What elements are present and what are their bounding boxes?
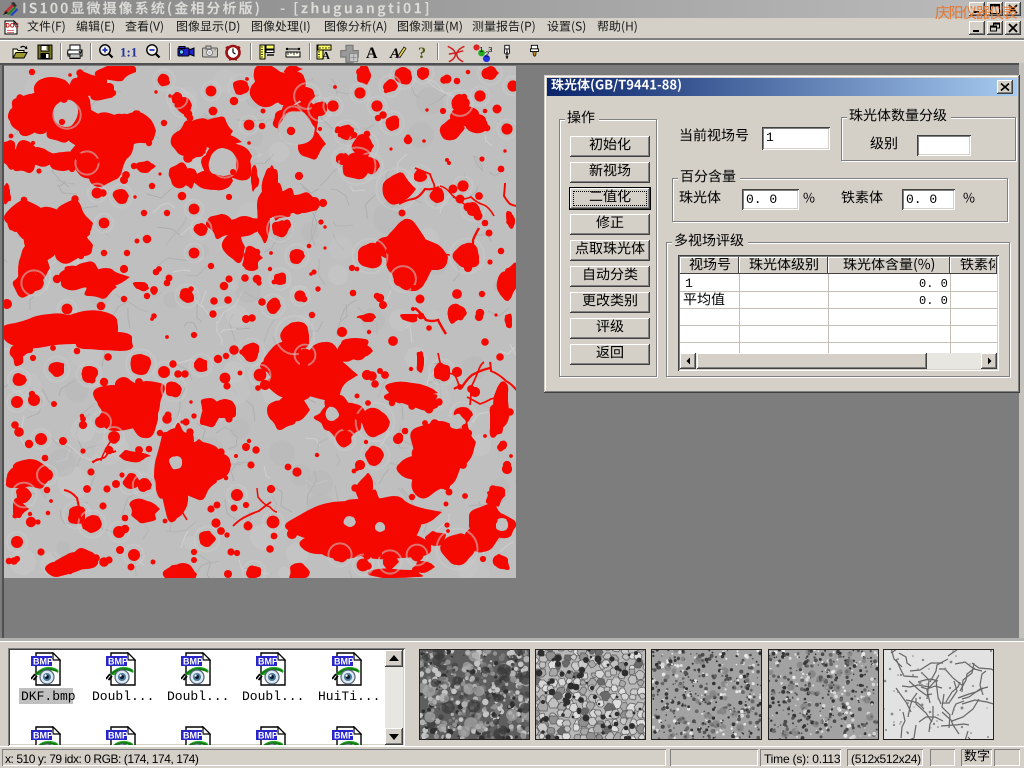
svg-text:BMP: BMP bbox=[183, 657, 203, 667]
svg-text:A: A bbox=[366, 45, 378, 61]
svg-text:BMP: BMP bbox=[183, 731, 203, 741]
svg-text:BMP: BMP bbox=[108, 731, 128, 741]
svg-text:BMP: BMP bbox=[108, 657, 128, 667]
svg-text:BMP: BMP bbox=[334, 657, 354, 667]
svg-text:DOC: DOC bbox=[6, 24, 20, 30]
svg-text:BMP: BMP bbox=[258, 731, 278, 741]
svg-text:A: A bbox=[322, 50, 330, 61]
svg-text:BMP: BMP bbox=[33, 731, 53, 741]
svg-text:BMP: BMP bbox=[258, 657, 278, 667]
svg-text:?: ? bbox=[418, 45, 426, 61]
svg-text:1: 1 bbox=[479, 45, 483, 54]
svg-text:1:1: 1:1 bbox=[120, 45, 137, 60]
svg-text:BMP: BMP bbox=[33, 657, 53, 667]
svg-text:A: A bbox=[389, 46, 400, 61]
svg-text:BMP: BMP bbox=[334, 731, 354, 741]
svg-text:3: 3 bbox=[488, 45, 492, 54]
